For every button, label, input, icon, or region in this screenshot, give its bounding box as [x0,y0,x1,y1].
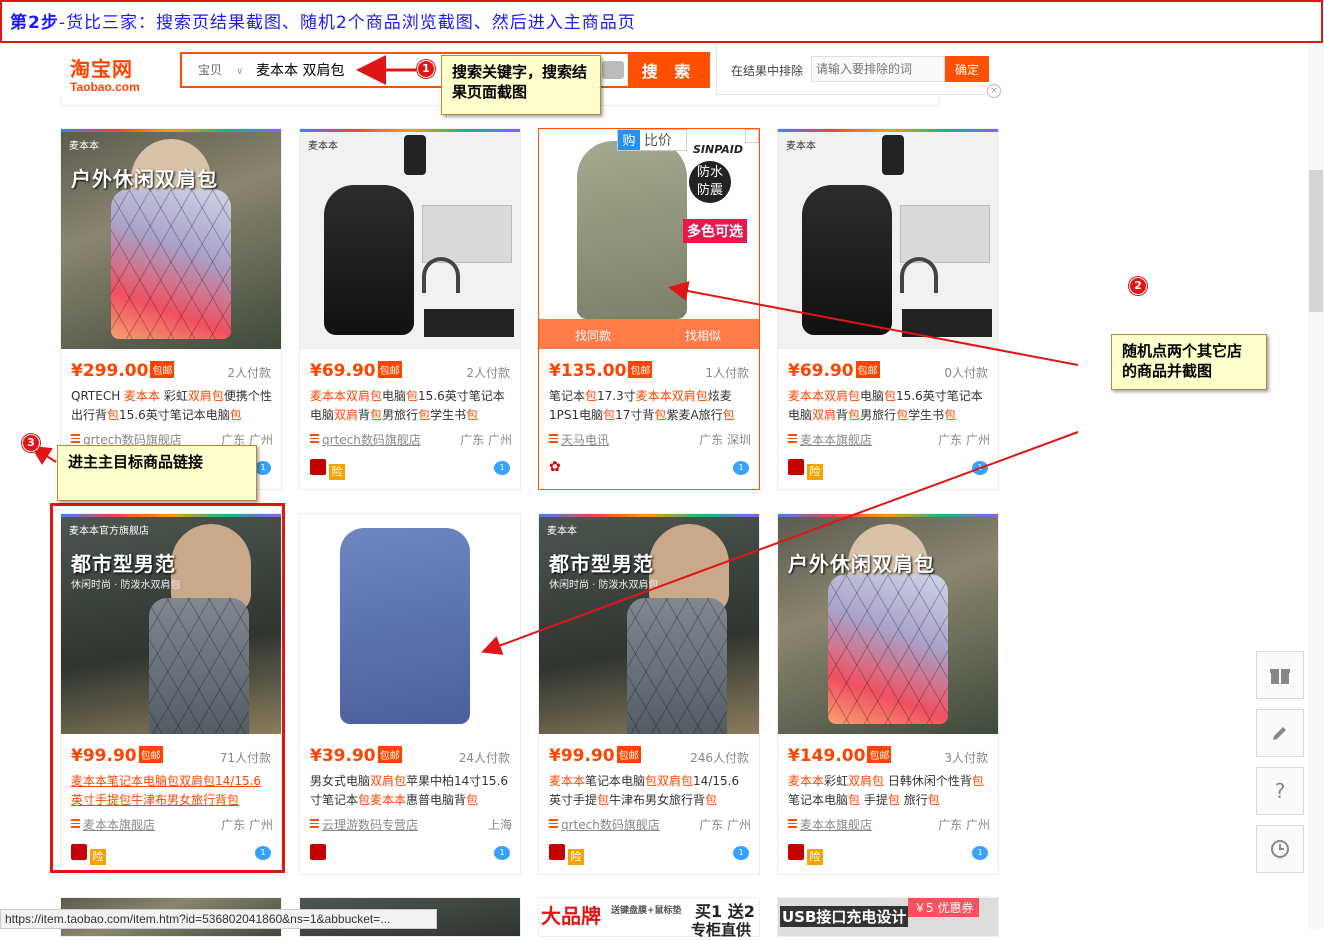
target-highlight-frame [50,503,285,873]
step-number-2: 2 [1129,277,1147,295]
scrollbar-thumb[interactable] [1309,170,1323,312]
arrow-3 [30,445,57,466]
clock-icon[interactable] [1256,825,1304,873]
callout-3: 进主主目标商品链接 [57,445,257,501]
gift-icon[interactable] [1256,651,1304,699]
callout-2: 随机点两个其它店的商品并截图 [1111,334,1267,390]
arrow-2b [481,431,1079,655]
status-bar-url: https://item.taobao.com/item.htm?id=5368… [0,909,437,929]
step-number-3: 3 [22,434,40,452]
step-number-1: 1 [417,60,435,78]
help-icon[interactable]: ? [1256,767,1304,815]
edit-icon[interactable] [1256,709,1304,757]
arrow-2a [668,281,1079,366]
callout-1: 搜索关键字，搜索结果页面截图 [441,55,601,115]
